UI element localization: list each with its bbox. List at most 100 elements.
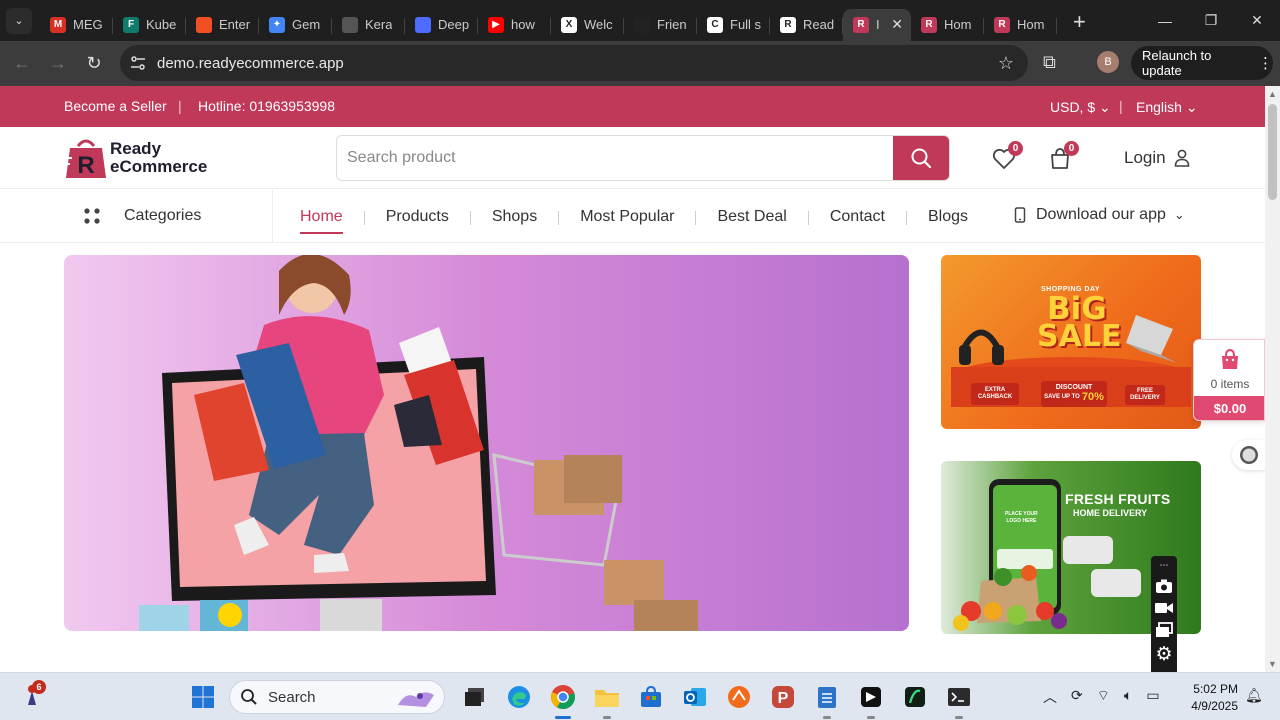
back-button[interactable]: ← — [4, 53, 40, 74]
login-button[interactable]: Login — [1124, 148, 1190, 168]
profile-avatar[interactable]: B — [1097, 51, 1119, 73]
floating-cart-widget[interactable]: 0 items $0.00 — [1193, 339, 1265, 421]
reload-button[interactable]: ↻ — [76, 53, 112, 74]
chrome-app[interactable] — [546, 680, 580, 719]
nav-item-shops[interactable]: Shops — [492, 208, 537, 226]
hero-banner[interactable] — [64, 255, 909, 631]
side-toggle-button[interactable] — [1232, 440, 1265, 470]
tab-title: Frien — [657, 17, 687, 32]
browser-tab[interactable]: ▶ how — [478, 9, 551, 41]
scroll-down-arrow-icon[interactable]: ▼ — [1268, 659, 1277, 669]
maximize-button[interactable]: ❐ — [1188, 0, 1234, 41]
browser-tab[interactable]: Deep — [405, 9, 478, 41]
taskbar-search-box[interactable]: Search — [229, 680, 445, 714]
close-window-button[interactable]: ✕ — [1234, 0, 1280, 41]
browser-tab[interactable]: F Kube — [113, 9, 186, 41]
categories-button[interactable]: Categories — [82, 206, 201, 226]
bookmark-star-icon[interactable]: ☆ — [998, 53, 1014, 74]
big-sale-promo-banner[interactable]: SHOPPING DAY BiG SALE EXTRA CASHBACK DIS… — [941, 255, 1201, 429]
download-app-button[interactable]: Download our app ⌄ — [1014, 206, 1185, 224]
camera-icon[interactable] — [1155, 578, 1173, 594]
wifi-icon[interactable]: ⌔ — [1097, 687, 1110, 707]
site-logo[interactable]: R Ready eCommerce — [64, 136, 207, 180]
capture-more-icon[interactable]: ⋯ — [1160, 560, 1169, 571]
browser-tab[interactable]: Enter — [186, 9, 259, 41]
new-tab-button[interactable]: + — [1073, 9, 1086, 35]
chevron-down-icon: ⌄ — [1173, 207, 1185, 222]
window-capture-icon[interactable] — [1155, 622, 1173, 638]
gear-icon[interactable]: ⚙ — [1155, 645, 1172, 664]
nav-item-best-deal[interactable]: Best Deal — [717, 208, 786, 226]
logo-bag-icon: R — [64, 136, 108, 180]
browser-tab[interactable]: R I ✕ — [843, 8, 911, 41]
extensions-icon[interactable]: ⧉ — [1043, 52, 1056, 73]
browser-tab[interactable]: M MEG — [40, 9, 113, 41]
promo-sale-text: SALE — [1037, 319, 1122, 354]
browser-tab[interactable]: Frien — [624, 9, 697, 41]
tab-favicon-icon: R — [921, 16, 937, 33]
matlab-like-app[interactable] — [722, 680, 756, 714]
edge-icon — [508, 686, 530, 708]
tab-favicon-icon: ✦ — [269, 16, 285, 33]
hotline-text: Hotline: 01963953998 — [198, 98, 336, 114]
store-app[interactable] — [634, 680, 668, 714]
volume-icon[interactable]: 🔈︎ — [1124, 687, 1132, 707]
search-button[interactable] — [893, 136, 949, 180]
site-info-icon[interactable] — [130, 55, 146, 71]
start-button[interactable] — [186, 680, 220, 714]
file-explorer-app[interactable] — [590, 680, 624, 719]
sync-icon[interactable]: ⟳ — [1071, 687, 1083, 707]
phone-icon — [1014, 207, 1026, 223]
forward-button[interactable]: → — [40, 53, 76, 74]
outlook-app[interactable] — [678, 680, 712, 714]
browser-tab[interactable]: R Hom — [911, 9, 984, 41]
browser-menu-icon[interactable]: ⋮ — [1258, 54, 1273, 72]
clock-date: 4/9/2025 — [1191, 699, 1238, 713]
task-view-button[interactable] — [458, 680, 492, 714]
task-view-icon — [465, 688, 484, 706]
cursor-app[interactable] — [854, 680, 888, 719]
page-scrollbar[interactable]: ▲ ▼ — [1265, 86, 1280, 672]
edge-app[interactable] — [502, 680, 536, 714]
capture-toolbar: ⋯ ⚙ — [1151, 556, 1177, 676]
battery-icon[interactable]: ▭ — [1146, 687, 1159, 707]
nav-item-blogs[interactable]: Blogs — [928, 208, 968, 226]
currency-selector[interactable]: USD, $ ⌄ — [1050, 99, 1111, 116]
become-seller-link[interactable]: Become a Seller — [64, 98, 167, 114]
nav-separator — [695, 211, 697, 225]
terminal-app[interactable] — [942, 680, 976, 719]
cart-button[interactable]: 0 — [1047, 141, 1079, 172]
browser-tab[interactable]: X Welc — [551, 9, 624, 41]
scroll-up-arrow-icon[interactable]: ▲ — [1268, 89, 1277, 99]
postman-like-app[interactable]: P — [766, 680, 800, 714]
notepad-app[interactable] — [810, 680, 844, 719]
chevron-up-icon[interactable]: ︿ — [1043, 687, 1057, 707]
wishlist-button[interactable]: 0 — [991, 141, 1023, 172]
taskbar-clock[interactable]: 5:02 PM 4/9/2025 — [1186, 681, 1238, 715]
nav-item-products[interactable]: Products — [386, 208, 449, 226]
address-bar[interactable]: demo.readyecommerce.app ☆ — [120, 45, 1028, 81]
green-app[interactable] — [898, 680, 932, 714]
tab-title: Kera — [365, 17, 393, 32]
language-selector[interactable]: English ⌄ — [1136, 99, 1198, 116]
relaunch-button[interactable]: Relaunch to update ⋮ — [1131, 46, 1273, 80]
notification-bell-icon[interactable]: 🔔︎ — [1245, 687, 1263, 704]
tab-search-menu-button[interactable]: ⌄ — [6, 7, 32, 34]
browser-tab[interactable]: R Hom — [984, 9, 1057, 41]
minimize-button[interactable]: — — [1142, 0, 1188, 41]
browser-tab[interactable]: C Full s — [697, 9, 770, 41]
video-camera-icon[interactable] — [1154, 601, 1174, 615]
scrollbar-thumb[interactable] — [1268, 104, 1277, 200]
nav-item-most-popular[interactable]: Most Popular — [580, 208, 674, 226]
search-input[interactable] — [337, 136, 894, 180]
tab-favicon-icon: M — [50, 16, 66, 33]
browser-tab[interactable]: Kera — [332, 9, 405, 41]
nav-menu: Home Products Shops Most Popular Best Deal Co… — [300, 208, 968, 234]
nav-item-home[interactable]: Home — [300, 208, 343, 234]
browser-tab[interactable]: ✦ Gem — [259, 9, 332, 41]
nav-item-contact[interactable]: Contact — [830, 208, 885, 226]
tab-favicon-icon: X — [561, 16, 577, 33]
browser-tab[interactable]: R Read — [770, 9, 843, 41]
close-tab-icon[interactable]: ✕ — [891, 16, 903, 33]
circle-toggle-icon — [1239, 446, 1258, 464]
